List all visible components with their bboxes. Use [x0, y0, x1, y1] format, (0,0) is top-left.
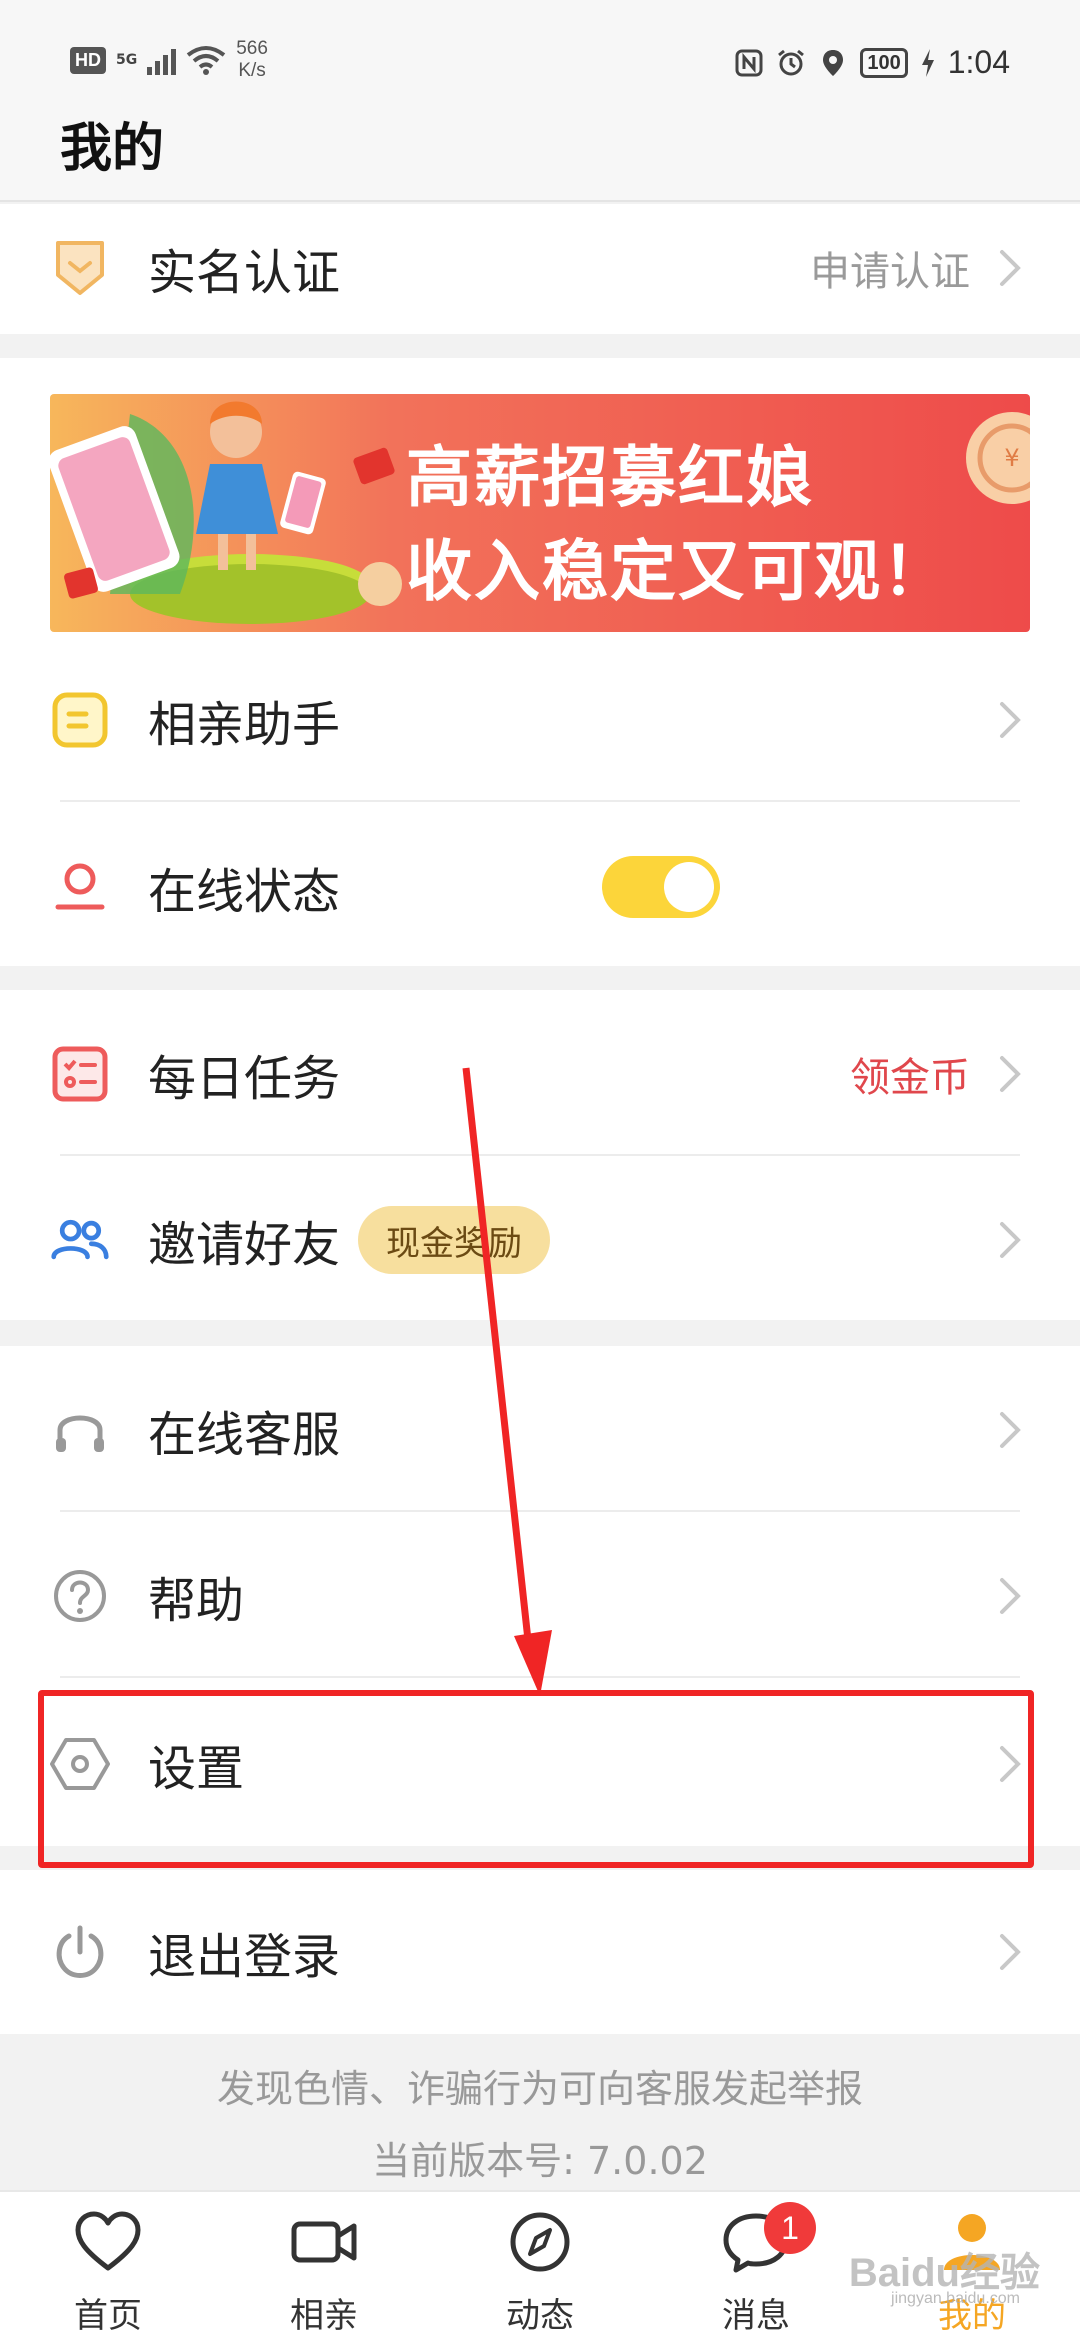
wifi-icon: [187, 46, 226, 75]
nfc-icon: [735, 49, 763, 76]
online-status-label: 在线状态: [148, 864, 341, 920]
video-camera-icon: [291, 2221, 357, 2263]
network-type: 5G: [116, 52, 138, 68]
online-status-toggle[interactable]: [602, 856, 720, 918]
banner-illustration: [50, 401, 402, 624]
chevron-right-icon: [1000, 250, 1021, 286]
tab-label: 消息: [722, 2296, 790, 2336]
chevron-right-icon: [1000, 1056, 1021, 1092]
logout-card: 退出登录: [0, 1870, 1080, 2034]
chevron-right-icon: [1000, 1222, 1021, 1258]
power-icon: [50, 1922, 110, 1982]
chevron-right-icon: [1000, 1412, 1021, 1448]
recruit-banner[interactable]: 高薪招募红娘 收入稳定又可观！ ¥: [50, 394, 1030, 632]
speed-value: 566: [236, 38, 268, 59]
tab-label: 首页: [74, 2296, 142, 2336]
banner-line-2: 收入稳定又可观！: [406, 533, 950, 610]
tab-label: 相亲: [290, 2296, 358, 2336]
friends-icon: [50, 1210, 110, 1270]
charging-icon: [921, 48, 934, 77]
page-title: 我的: [60, 119, 165, 179]
assistant-icon: [50, 690, 110, 750]
coin-icon: ¥: [966, 412, 1030, 504]
real-name-verify-row[interactable]: 实名认证 申请认证: [0, 184, 1080, 352]
task-list-icon: [50, 1044, 110, 1104]
chevron-right-icon: [1000, 1934, 1021, 1970]
status-bar: HD 5G 566 K/s 100 1:04: [0, 0, 1080, 100]
annotation-highlight-box: [38, 1690, 1034, 1868]
location-icon: [823, 49, 844, 76]
clock: 1:04: [947, 44, 1010, 80]
tab-messages[interactable]: 1 消息: [648, 2192, 864, 2340]
invite-label: 邀请好友: [148, 1217, 341, 1273]
customer-service-label: 在线客服: [148, 1407, 341, 1463]
verify-card: 实名认证 申请认证: [0, 204, 1080, 334]
watermark-url: jingyan.baidu.com: [891, 2290, 1020, 2307]
alarm-icon: [778, 49, 805, 75]
claim-coins-action[interactable]: 领金币: [850, 1045, 970, 1103]
toggle-knob: [664, 862, 714, 912]
assistant-label: 相亲助手: [148, 697, 341, 753]
verify-label: 实名认证: [148, 245, 341, 301]
daily-task-row[interactable]: 每日任务 领金币: [0, 990, 1080, 1158]
logout-row[interactable]: 退出登录: [0, 1868, 1080, 2036]
status-right: 100 1:04: [734, 44, 1010, 81]
help-row[interactable]: 帮助: [0, 1512, 1080, 1680]
status-left: HD 5G 566 K/s: [70, 38, 268, 82]
hd-badge: HD: [70, 46, 106, 74]
speed-unit: K/s: [238, 60, 266, 81]
svg-text:¥: ¥: [1004, 444, 1019, 472]
logout-label: 退出登录: [148, 1929, 341, 1985]
customer-service-row[interactable]: 在线客服: [0, 1346, 1080, 1514]
network-speed: 566 K/s: [236, 38, 268, 82]
headset-icon: [50, 1400, 110, 1460]
help-label: 帮助: [148, 1573, 245, 1629]
chevron-right-icon: [1000, 1578, 1021, 1614]
report-notice: 发现色情、诈骗行为可向客服发起举报: [216, 2067, 863, 2111]
question-icon: [50, 1566, 110, 1626]
heart-icon: [75, 2211, 141, 2271]
daily-task-label: 每日任务: [148, 1051, 341, 1107]
divider: [60, 1676, 1020, 1678]
shield-icon: [50, 238, 110, 298]
chevron-right-icon: [1000, 702, 1021, 738]
tab-dating[interactable]: 相亲: [216, 2192, 432, 2340]
battery-level: 100: [860, 47, 908, 78]
divider: [60, 800, 1020, 802]
tab-label: 动态: [506, 2296, 574, 2336]
signal-icon: [147, 45, 177, 75]
version-text: 当前版本号: 7.0.02: [372, 2139, 708, 2183]
online-status-row: 在线状态: [0, 803, 1080, 971]
tab-home[interactable]: 首页: [0, 2192, 216, 2340]
verify-action[interactable]: 申请认证: [810, 239, 970, 297]
banner-line-1: 高薪招募红娘: [406, 439, 814, 516]
cash-reward-badge: 现金奖励: [358, 1206, 550, 1274]
person-status-icon: [50, 857, 110, 917]
dating-assistant-row[interactable]: 相亲助手: [0, 636, 1080, 804]
tab-moments[interactable]: 动态: [432, 2192, 648, 2340]
compass-icon: [510, 2212, 570, 2272]
unread-badge: 1: [764, 2202, 816, 2254]
invite-friends-row[interactable]: 邀请好友 现金奖励: [0, 1156, 1080, 1324]
